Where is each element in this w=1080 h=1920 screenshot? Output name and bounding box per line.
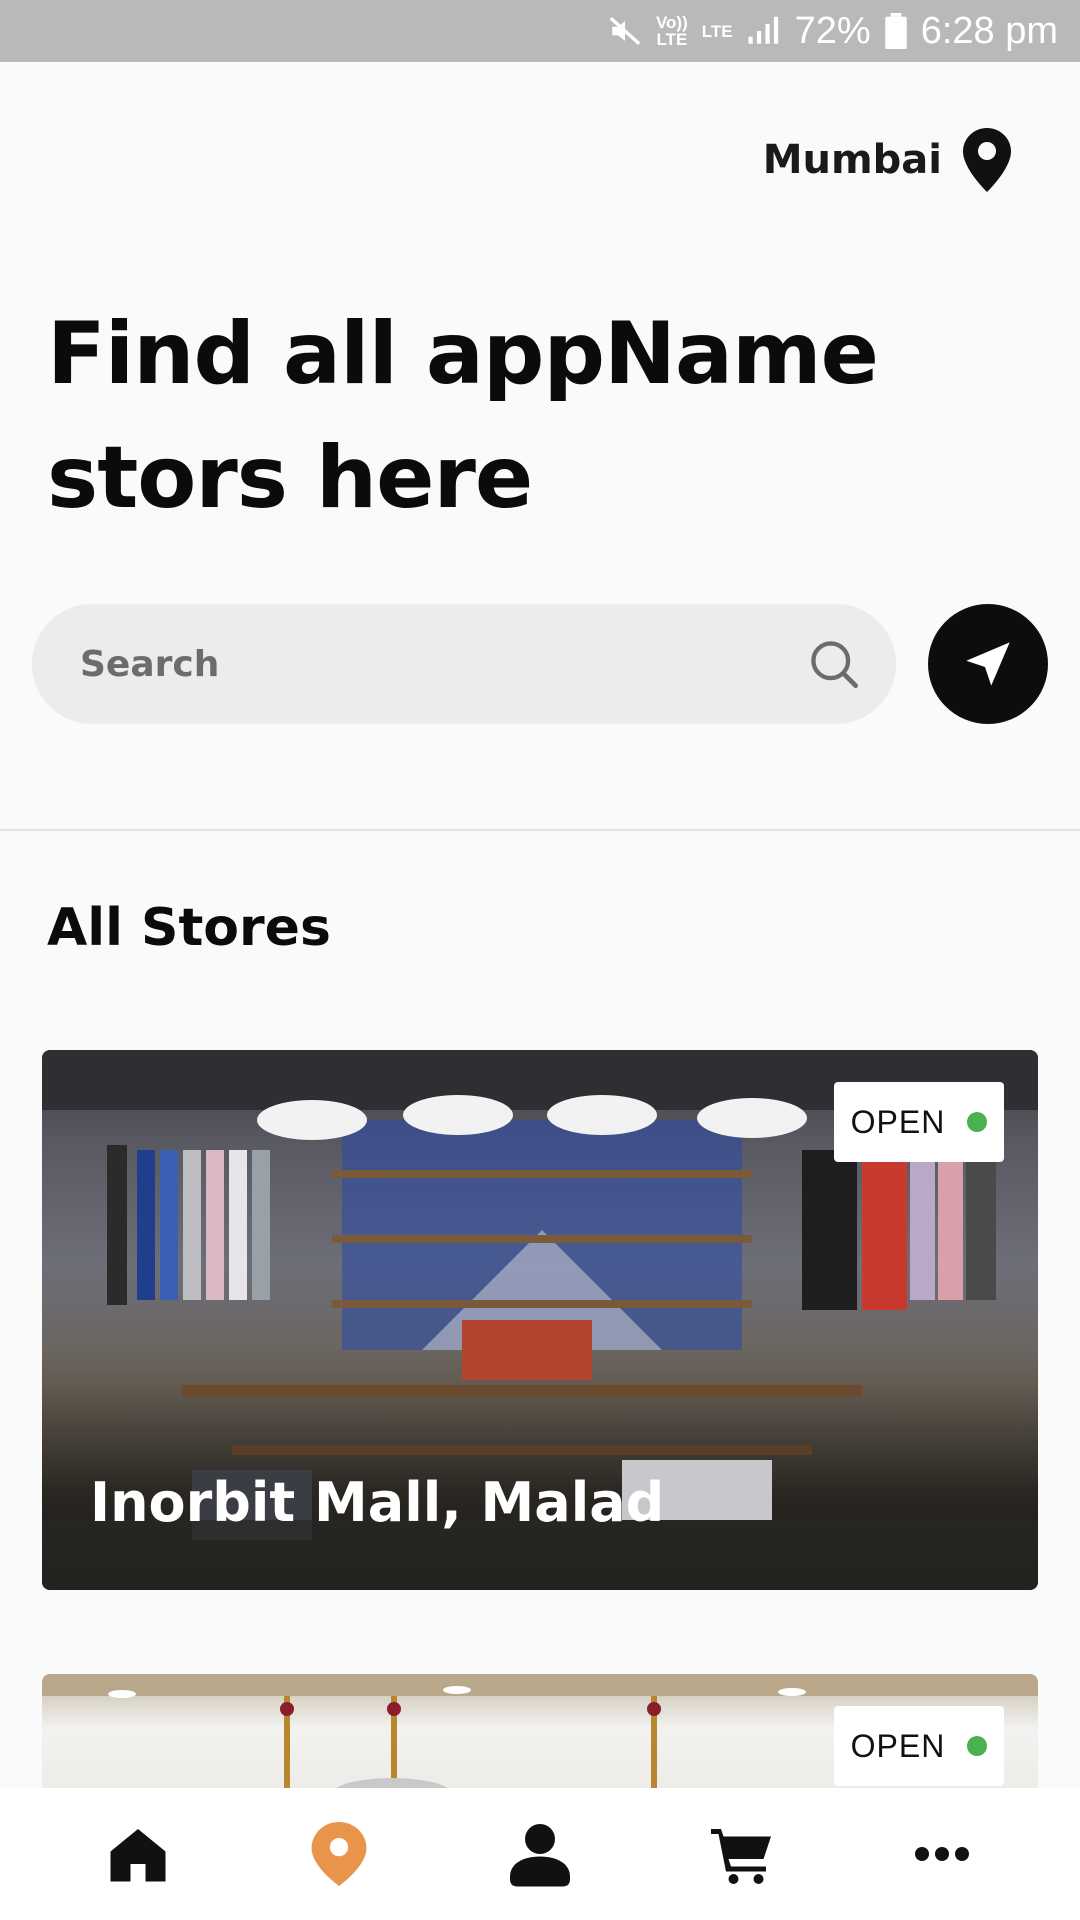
location-selector[interactable]: Mumbai (763, 128, 1012, 192)
clock: 6:28 pm (920, 9, 1058, 52)
status-label: OPEN (850, 1727, 946, 1764)
bottom-navigation (0, 1788, 1080, 1920)
status-badge: OPEN (834, 1082, 1004, 1162)
nav-profile[interactable] (470, 1804, 610, 1904)
store-card[interactable]: OPEN Inorbit Mall, Malad (42, 1050, 1038, 1590)
location-pin-icon (311, 1822, 367, 1886)
nav-stores[interactable] (269, 1804, 409, 1904)
map-pin-icon (963, 128, 1011, 192)
search-icon[interactable] (808, 638, 860, 690)
open-status-dot (967, 1736, 988, 1756)
current-location-button[interactable] (928, 604, 1048, 724)
status-bar: Vo)) LTE LTE 72% 6:28 pm (0, 0, 1080, 62)
location-label: Mumbai (762, 137, 942, 183)
search-input[interactable]: Search (32, 604, 896, 724)
store-name: Inorbit Mall, Malad (90, 1471, 665, 1534)
divider (0, 829, 1080, 831)
signal-icon (748, 16, 778, 44)
nav-home[interactable] (68, 1804, 208, 1904)
lte-indicator: LTE (701, 21, 733, 41)
cart-icon (710, 1829, 771, 1884)
open-status-dot (967, 1112, 988, 1132)
section-title: All Stores (47, 898, 331, 958)
more-icon (914, 1847, 969, 1861)
nav-more[interactable] (872, 1804, 1012, 1904)
page-title: Find all appName stors here (47, 304, 879, 528)
status-label: OPEN (850, 1103, 946, 1140)
search-placeholder: Search (80, 643, 220, 685)
profile-icon (509, 1824, 570, 1887)
nav-cart[interactable] (671, 1804, 811, 1904)
mute-icon (609, 16, 641, 46)
battery-icon (884, 13, 907, 49)
battery-percent: 72% (794, 9, 871, 52)
status-badge: OPEN (834, 1706, 1004, 1786)
volte-indicator: Vo)) LTE (655, 13, 688, 49)
home-icon (110, 1829, 166, 1882)
navigation-arrow-icon (966, 642, 1010, 686)
